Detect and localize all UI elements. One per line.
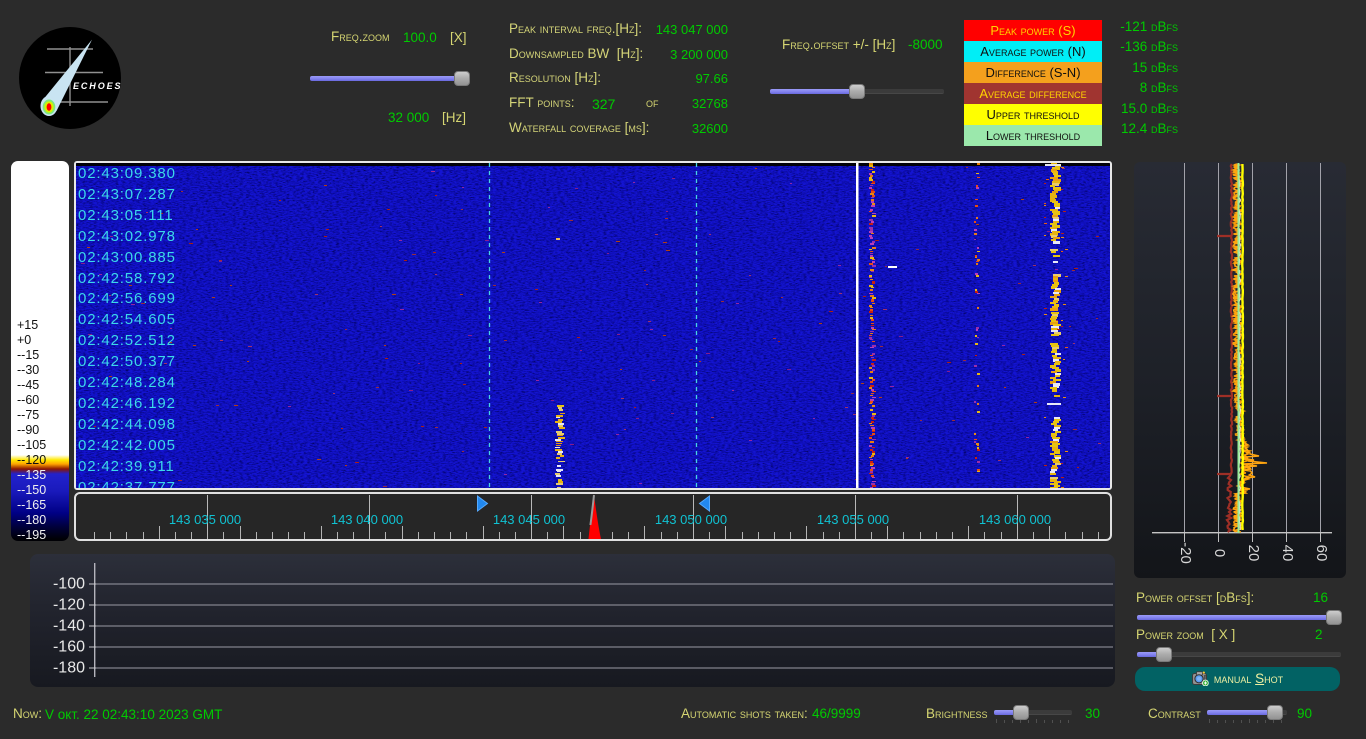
svg-text:-140: -140 <box>53 618 85 635</box>
svg-text:-100: -100 <box>53 576 85 593</box>
svg-text:ECHOES: ECHOES <box>73 81 122 91</box>
svg-text:-180: -180 <box>53 660 85 677</box>
svg-text:-120: -120 <box>53 597 85 614</box>
svg-text:-160: -160 <box>53 639 85 656</box>
